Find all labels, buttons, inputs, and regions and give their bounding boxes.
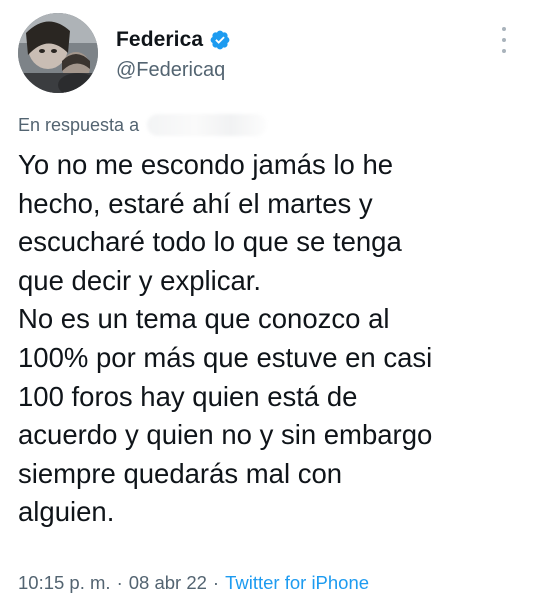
tweet-line: siempre quedarás mal con — [18, 457, 343, 489]
meta-separator: · — [212, 572, 220, 593]
tweet-line: hecho, estaré ahí el martes y — [18, 187, 373, 219]
tweet-line: acuerdo y quien no y sin embargo — [18, 419, 433, 451]
tweet-line: alguien. — [18, 496, 115, 528]
author-block: Federica @Federicaq — [116, 27, 231, 82]
tweet-line: No es un tema que conozco al — [18, 303, 390, 335]
dot — [502, 27, 506, 31]
profile-photo-icon — [18, 13, 98, 93]
tweet-time[interactable]: 10:15 p. m. — [18, 572, 111, 594]
tweet-card: Federica @Federicaq En respuesta a Yo no… — [0, 0, 533, 600]
display-name[interactable]: Federica — [116, 28, 203, 52]
more-options-icon[interactable] — [500, 27, 508, 53]
dot — [502, 49, 506, 53]
tweet-meta: 10:15 p. m. · 08 abr 22 · Twitter for iP… — [18, 572, 369, 594]
tweet-header: Federica @Federicaq — [18, 13, 518, 97]
tweet-source-link[interactable]: Twitter for iPhone — [225, 572, 369, 594]
redacted-username — [147, 114, 268, 136]
meta-separator: · — [116, 572, 123, 593]
tweet-line: escucharé todo lo que se tenga — [18, 226, 402, 258]
verified-badge-icon — [209, 29, 231, 51]
tweet-date[interactable]: 08 abr 22 — [129, 572, 207, 594]
display-name-row: Federica — [116, 27, 231, 53]
tweet-line: Yo no me escondo jamás lo he — [18, 149, 394, 180]
tweet-line: 100% por más que estuve en casi — [18, 341, 433, 373]
avatar[interactable] — [18, 13, 98, 93]
reply-label: En respuesta a — [18, 114, 140, 135]
tweet-line: que decir y explicar. — [18, 264, 262, 296]
dot — [502, 38, 506, 42]
reply-context: En respuesta a — [18, 114, 268, 136]
tweet-text: Yo no me escondo jamás lo he hecho, esta… — [18, 146, 523, 532]
tweet-line: 100 foros hay quien está de — [18, 380, 358, 412]
handle[interactable]: @Federicaq — [116, 59, 231, 82]
